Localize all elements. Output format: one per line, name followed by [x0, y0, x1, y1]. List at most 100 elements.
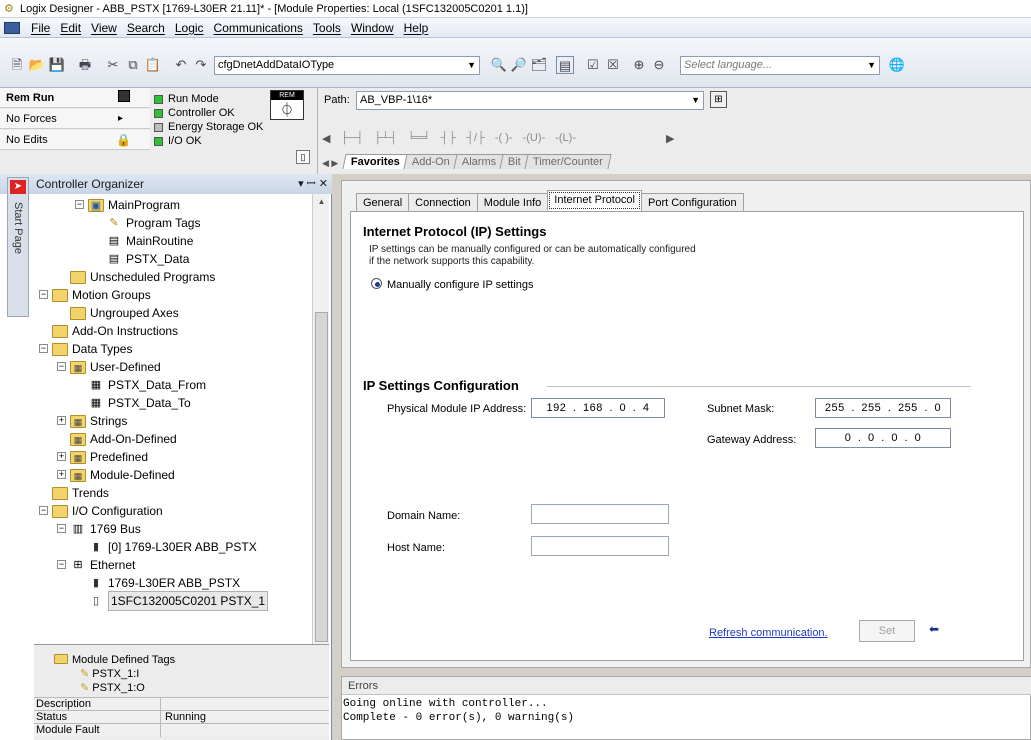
edits-status[interactable]: No Edits 🔒: [0, 130, 150, 150]
collapse-icon[interactable]: −: [57, 560, 66, 569]
host-name-field[interactable]: [531, 536, 669, 556]
dropdown-icon[interactable]: ▾: [298, 178, 304, 190]
collapse-icon[interactable]: −: [57, 362, 66, 371]
tree-item[interactable]: − Data Types: [39, 340, 132, 358]
forces-status[interactable]: No Forces ▸: [0, 109, 150, 129]
menu-search[interactable]: Search: [122, 21, 170, 35]
mdt-tag-output[interactable]: ✎ PSTX_1:O: [80, 681, 145, 695]
tab-favorites[interactable]: Favorites: [342, 154, 409, 169]
find-next-icon[interactable]: 🔎: [510, 56, 528, 74]
tree-item[interactable]: − ▥ 1769 Bus: [57, 520, 141, 538]
set-button[interactable]: Set: [859, 620, 915, 642]
window-menu-icon[interactable]: [4, 21, 20, 34]
find-icon[interactable]: 🔍: [490, 56, 508, 74]
tree-item[interactable]: ▤ MainRoutine: [106, 232, 194, 250]
collapse-icon[interactable]: −: [75, 200, 84, 209]
close-icon[interactable]: ✕: [319, 178, 328, 190]
tab-internet-protocol[interactable]: Internet Protocol: [547, 190, 642, 211]
scroll-right-icon[interactable]: ▶: [666, 132, 674, 145]
paste-icon[interactable]: 📋: [144, 56, 162, 74]
menu-edit[interactable]: Edit: [55, 21, 86, 35]
expand-icon[interactable]: +: [57, 470, 66, 479]
tree-item[interactable]: ▯ 1SFC132005C0201 PSTX_1: [88, 591, 269, 611]
verify-controller-icon[interactable]: ☒: [604, 56, 622, 74]
tree-item[interactable]: − I/O Configuration: [39, 502, 163, 520]
tree-item[interactable]: ▮ [0] 1769-L30ER ABB_PSTX: [88, 538, 257, 556]
tree-item[interactable]: ▤ PSTX_Data: [106, 250, 190, 268]
tab-timer-counter[interactable]: Timer/Counter: [524, 154, 612, 169]
zoom-out-icon[interactable]: ⊖: [650, 56, 668, 74]
tree-item[interactable]: ✎ Program Tags: [106, 214, 200, 232]
subnet-mask-field[interactable]: 255 . 255 . 255 . 0: [815, 398, 951, 418]
tree-item[interactable]: Add-On Instructions: [52, 322, 178, 340]
menu-view[interactable]: View: [86, 21, 122, 35]
menu-file[interactable]: File: [26, 21, 55, 35]
copy-icon[interactable]: ⧉: [124, 56, 142, 74]
tree-item[interactable]: Unscheduled Programs: [70, 268, 215, 286]
collapse-icon[interactable]: −: [39, 344, 48, 353]
pin-icon[interactable]: ꟷ: [307, 178, 316, 190]
new-file-icon[interactable]: 🗎: [8, 56, 26, 74]
browse-icon[interactable]: 🗂: [530, 56, 548, 74]
tab-port-configuration[interactable]: Port Configuration: [641, 193, 744, 211]
tree-item[interactable]: − ▦ User-Defined: [57, 358, 161, 376]
tree-item[interactable]: ▦ PSTX_Data_From: [88, 376, 206, 394]
physical-ip-field[interactable]: 192 . 168 . 0 . 4: [531, 398, 665, 418]
tree-item[interactable]: Trends: [52, 484, 109, 502]
ote-icon[interactable]: -( )-: [495, 132, 513, 144]
tree-item[interactable]: ▦ Add-On-Defined: [70, 430, 177, 448]
verify-routine-icon[interactable]: ☑: [584, 56, 602, 74]
otu-icon[interactable]: -(U)-: [523, 132, 546, 144]
redo-icon[interactable]: ↷: [192, 56, 210, 74]
tree-item[interactable]: ▦ PSTX_Data_To: [88, 394, 191, 412]
menu-help[interactable]: Help: [399, 21, 434, 35]
mode-dropdown-icon[interactable]: [118, 90, 130, 102]
controller-mode[interactable]: Rem Run: [0, 88, 150, 108]
language-select[interactable]: Select language... ▼: [680, 56, 880, 75]
tree-item[interactable]: + ▦ Module-Defined: [57, 466, 175, 484]
collapse-icon[interactable]: −: [39, 290, 48, 299]
language-globe-icon[interactable]: 🌐: [888, 56, 906, 74]
refresh-communication-link[interactable]: Refresh communication.: [709, 627, 828, 639]
tree-item[interactable]: + ▦ Predefined: [57, 448, 148, 466]
rung-icon[interactable]: ├─┤: [340, 132, 363, 144]
tree-item[interactable]: − Motion Groups: [39, 286, 151, 304]
controller-properties-icon[interactable]: ▯: [296, 150, 310, 164]
collapse-icon[interactable]: −: [57, 524, 66, 533]
verify-icon[interactable]: ▤: [556, 56, 574, 74]
tree-item[interactable]: − ⊞ Ethernet: [57, 556, 135, 574]
menu-logic[interactable]: Logic: [170, 21, 209, 35]
expand-icon[interactable]: +: [57, 416, 66, 425]
xic-icon[interactable]: ┤├: [441, 132, 457, 144]
menu-tools[interactable]: Tools: [308, 21, 346, 35]
tree-item[interactable]: + ▦ Strings: [57, 412, 127, 430]
organizer-scrollbar[interactable]: ▲ ▼: [312, 194, 329, 664]
tree-item[interactable]: ▮ 1769-L30ER ABB_PSTX: [88, 574, 240, 592]
scroll-thumb[interactable]: [315, 312, 328, 642]
tab-alarms[interactable]: Alarms: [453, 154, 506, 169]
type-combo[interactable]: cfgDnetAddDataIOType ▼: [214, 56, 480, 75]
manual-config-radio[interactable]: Manually configure IP settings: [371, 278, 534, 291]
tree-item[interactable]: − ▣ MainProgram: [75, 196, 180, 214]
print-icon[interactable]: 🖶: [76, 56, 94, 74]
mdt-folder[interactable]: Module Defined Tags: [54, 653, 175, 667]
tree-item[interactable]: Ungrouped Axes: [70, 304, 179, 322]
cut-icon[interactable]: ✂: [104, 56, 122, 74]
mdt-tag-input[interactable]: ✎ PSTX_1:I: [80, 667, 139, 681]
collapse-icon[interactable]: −: [39, 506, 48, 515]
tab-add-on[interactable]: Add-On: [403, 154, 459, 169]
xio-icon[interactable]: ┤/├: [466, 132, 485, 144]
undo-icon[interactable]: ↶: [172, 56, 190, 74]
menu-window[interactable]: Window: [346, 21, 399, 35]
branch-icon[interactable]: ├┴┤: [374, 132, 397, 144]
tab-module-info[interactable]: Module Info: [476, 193, 549, 211]
branch-level-icon[interactable]: ╘═╛: [407, 132, 430, 144]
start-page-tab[interactable]: ➤ Start Page: [7, 177, 29, 317]
scroll-up-icon[interactable]: ▲: [313, 194, 330, 210]
scroll-left-icon[interactable]: ◀: [322, 132, 330, 145]
save-icon[interactable]: 💾: [48, 56, 66, 74]
tab-general[interactable]: General: [356, 193, 410, 211]
menu-communications[interactable]: Communications: [209, 21, 308, 35]
who-active-icon[interactable]: ⊞: [710, 91, 727, 108]
zoom-in-icon[interactable]: ⊕: [630, 56, 648, 74]
